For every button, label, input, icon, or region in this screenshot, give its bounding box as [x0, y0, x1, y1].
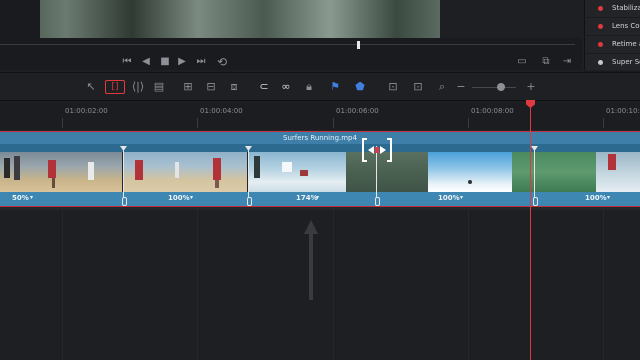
- zoom-slider[interactable]: [472, 87, 516, 88]
- ruler-timecode: 01:00:02:00: [65, 107, 108, 115]
- up-arrow-icon: [304, 220, 318, 300]
- skip-last-icon[interactable]: ⇥: [561, 56, 573, 68]
- grid-line: [333, 210, 334, 360]
- zoom-in-icon[interactable]: +: [526, 80, 536, 94]
- enabled-dot-icon: [598, 42, 603, 47]
- zoom-out-icon[interactable]: −: [456, 80, 466, 94]
- inspector-item-super-scale[interactable]: Super Scale: [584, 54, 640, 72]
- ruler-timecode: 01:00:08:00: [471, 107, 514, 115]
- insert-clip-icon[interactable]: ⊞: [180, 80, 196, 94]
- snapping-icon[interactable]: ⊂: [258, 80, 270, 94]
- ruler-timecode: 01:00:04:00: [200, 107, 243, 115]
- stop-icon[interactable]: ■: [159, 56, 171, 68]
- viewer-scrub-head[interactable]: [357, 41, 360, 49]
- detail-zoom-icon[interactable]: ⊡: [385, 80, 401, 94]
- play-icon[interactable]: ▶: [176, 56, 188, 68]
- blade-tool-icon[interactable]: ▤: [152, 80, 166, 94]
- grid-line: [62, 210, 63, 360]
- ruler-tick: [197, 118, 198, 128]
- ruler-timecode: 01:00:10:00: [606, 107, 640, 115]
- viewer-transport-area: [0, 38, 582, 70]
- inspector-item-lens-correction[interactable]: Lens Correction: [584, 18, 640, 36]
- ruler-tick: [333, 118, 334, 128]
- trim-tool-icon[interactable]: []: [105, 80, 125, 94]
- custom-zoom-icon[interactable]: ⊡: [410, 80, 426, 94]
- flag-icon[interactable]: ⚑: [329, 80, 341, 94]
- grid-line: [603, 210, 604, 360]
- clip-selection-outline: [0, 131, 640, 207]
- position-lock-icon[interactable]: 🔒︎: [303, 80, 315, 94]
- enabled-dot-icon: [598, 6, 603, 11]
- loop-icon[interactable]: ⟲: [216, 56, 228, 68]
- zoom-slider-knob[interactable]: [496, 83, 505, 91]
- select-tool-icon[interactable]: ↖: [85, 80, 97, 94]
- zoom-to-fit-icon[interactable]: ⌕: [434, 80, 450, 94]
- overwrite-clip-icon[interactable]: ⊟: [203, 80, 219, 94]
- timeline-ruler[interactable]: [0, 100, 640, 131]
- step-back-icon[interactable]: ◀: [140, 56, 152, 68]
- inspector-item-retime[interactable]: Retime and Scaling: [584, 36, 640, 54]
- inspector-item-stabilization[interactable]: Stabilization: [584, 0, 640, 18]
- inspector-item-label: Retime and Scaling: [612, 40, 640, 48]
- viewer-scrubber[interactable]: [0, 44, 575, 45]
- skip-start-icon[interactable]: ⏮: [121, 56, 133, 68]
- marker-icon[interactable]: ⬟: [354, 80, 366, 94]
- ruler-tick: [468, 118, 469, 128]
- enabled-dot-icon: [598, 60, 603, 65]
- enabled-dot-icon: [598, 24, 603, 29]
- inspector-item-label: Lens Correction: [612, 22, 640, 30]
- inspector-item-label: Super Scale: [612, 58, 640, 66]
- grid-line: [468, 210, 469, 360]
- ruler-tick: [603, 118, 604, 128]
- ruler-tick: [62, 118, 63, 128]
- ruler-timecode: 01:00:06:00: [336, 107, 379, 115]
- loop-mode-icon[interactable]: ▭: [516, 56, 528, 68]
- dynamic-trim-icon[interactable]: ⟨|⟩: [130, 80, 146, 94]
- linked-selection-icon[interactable]: ∞: [280, 80, 292, 94]
- skip-end-icon[interactable]: ⏭: [195, 56, 207, 68]
- match-frame-icon[interactable]: ⧉: [540, 56, 552, 68]
- grid-line: [197, 210, 198, 360]
- viewer-letterbox: [0, 0, 40, 38]
- inspector-item-label: Stabilization: [612, 4, 640, 12]
- viewer-frame: [0, 0, 440, 38]
- empty-track-area: [0, 210, 640, 360]
- replace-clip-icon[interactable]: ⧈: [226, 80, 242, 94]
- playhead-line[interactable]: [530, 103, 531, 360]
